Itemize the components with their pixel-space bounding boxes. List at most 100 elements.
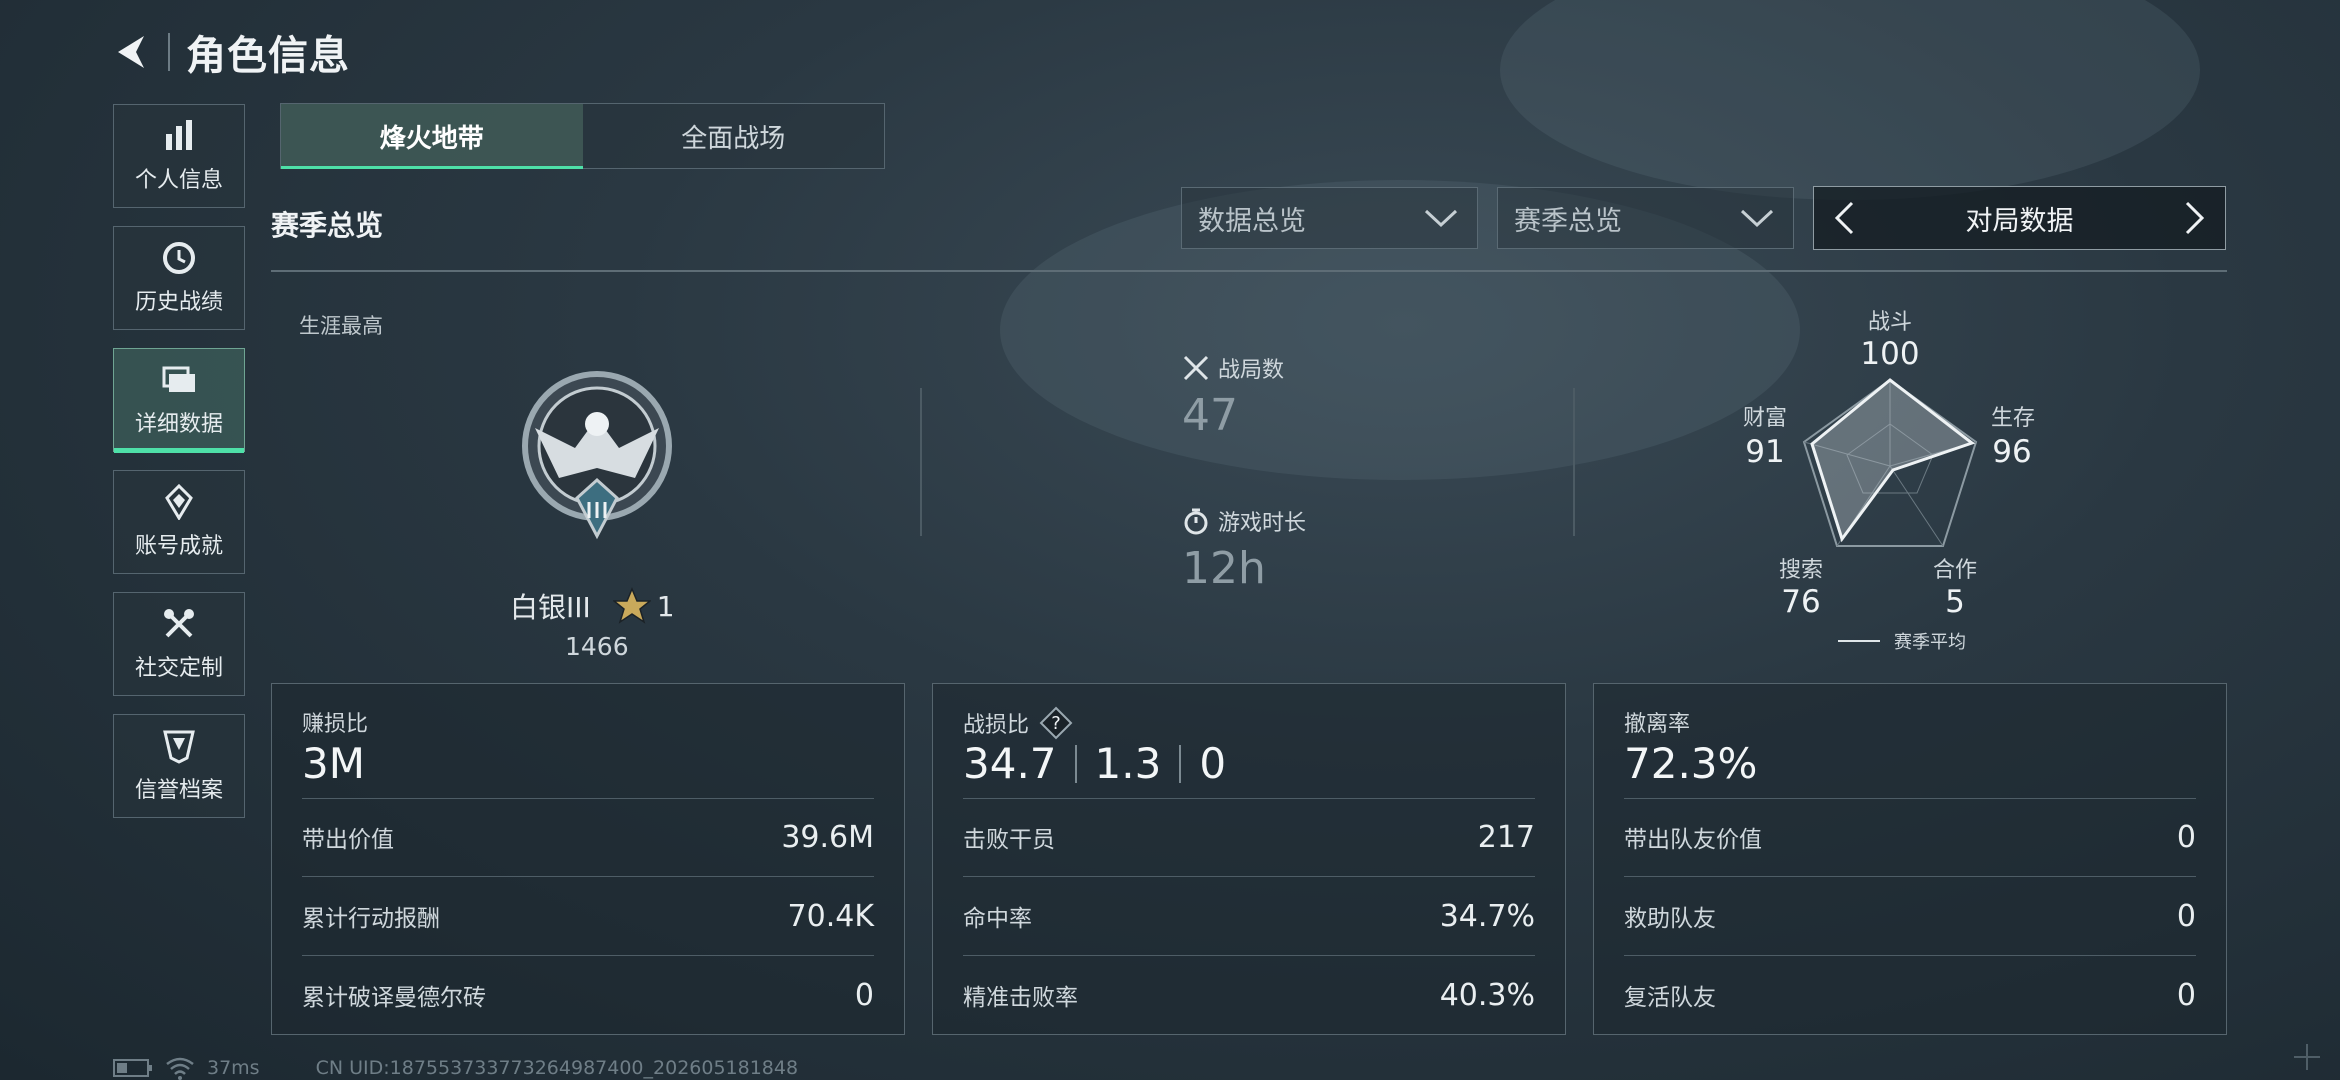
card-main-value: 3M: [302, 739, 365, 788]
radar-value: 76: [1781, 584, 1821, 620]
clock-icon: [163, 242, 195, 274]
bar-chart-icon: [166, 120, 192, 150]
page-header: 角色信息: [110, 22, 350, 82]
stat-value: 34.7%: [1439, 898, 1535, 934]
stat-value: 217: [1477, 819, 1535, 855]
sidebar-item-social[interactable]: 社交定制: [113, 592, 245, 696]
kd-value: 0: [1199, 739, 1227, 788]
stat-label: 累计行动报酬: [302, 906, 440, 932]
chevron-down-icon: [1740, 209, 1774, 228]
tab-hazard-zone[interactable]: 烽火地带: [281, 104, 583, 169]
sidebar-item-history[interactable]: 历史战绩: [113, 226, 245, 330]
radar-value: 5: [1945, 584, 1965, 620]
stat-value: 0: [2176, 819, 2196, 855]
playtime-value: 12h: [1182, 543, 1266, 594]
page-title: 角色信息: [186, 33, 350, 79]
dropdown-value: 赛季总览: [1514, 205, 1622, 237]
vertical-divider: [920, 388, 922, 536]
sidebar-item-achievements[interactable]: 账号成就: [113, 470, 245, 574]
shield-badge-icon: [163, 730, 195, 764]
rank-stars: 1: [656, 589, 675, 623]
sidebar-item-label: 信誉档案: [134, 778, 223, 803]
stat-label: 累计破译曼德尔砖: [302, 985, 486, 1011]
sidebar-item-personal-info[interactable]: 个人信息: [113, 104, 245, 208]
stat-label: 精准击败率: [963, 985, 1078, 1011]
kd-ratio: 34.7 1.3 0: [963, 739, 1226, 788]
stat-row: 复活队友 0: [1624, 970, 2196, 1020]
games-value: 47: [1182, 390, 1238, 441]
ability-radar: 战斗 100 生存 96 合作 5 搜索 76 财富 91: [1740, 300, 2040, 660]
radar-legend: 赛季平均: [1838, 628, 1966, 654]
back-arrow-icon[interactable]: [110, 30, 154, 74]
kd-value: 34.7: [963, 739, 1057, 788]
match-data-pager: 对局数据: [1813, 186, 2226, 250]
stat-value: 40.3%: [1439, 977, 1535, 1013]
player-uid: CN UID:187553733773264987400_20260518184…: [315, 1057, 799, 1079]
card-title-row: 战损比 ?: [963, 706, 1073, 740]
tools-icon: [164, 609, 194, 638]
stat-label: 救助队友: [1624, 906, 1716, 932]
card-divider: [963, 798, 1535, 799]
pager-label: 对局数据: [1965, 205, 2074, 237]
card-main-value: 72.3%: [1624, 739, 1758, 788]
dropdown-value: 数据总览: [1198, 205, 1306, 237]
radar-value: 96: [1992, 434, 2032, 470]
radar-label: 合作: [1932, 558, 1977, 583]
mode-tabs: 烽火地带 全面战场: [280, 103, 885, 169]
career-highest-label: 生涯最高: [299, 314, 383, 338]
stopwatch-icon: [1184, 508, 1208, 535]
radar-value: 91: [1745, 434, 1785, 470]
card-divider: [1624, 955, 2196, 956]
ping-value: 37ms: [207, 1057, 260, 1079]
stat-row: 带出队友价值 0: [1624, 812, 2196, 862]
sidebar-item-label: 账号成就: [134, 534, 223, 559]
stat-row: 击败干员 217: [963, 812, 1535, 862]
battery-icon: [113, 1059, 152, 1077]
wifi-icon: [166, 1057, 194, 1080]
section-title: 赛季总览: [271, 209, 384, 242]
status-footer: 37ms CN UID:187553733773264987400_202605…: [113, 1056, 798, 1080]
stat-row: 累计行动报酬 70.4K: [302, 891, 874, 941]
data-overview-dropdown[interactable]: 数据总览: [1181, 187, 1478, 249]
legend-label: 赛季平均: [1894, 632, 1966, 653]
season-overview-dropdown[interactable]: 赛季总览: [1497, 187, 1794, 249]
ratio-divider: [1179, 744, 1182, 783]
stat-label: 命中率: [963, 906, 1032, 932]
background-shape: [1500, 0, 2200, 200]
rank-score: 1466: [565, 632, 629, 661]
crossed-swords-icon: [1183, 355, 1209, 381]
rank-name: 白银III: [510, 591, 591, 624]
ratio-divider: [1074, 744, 1077, 783]
vertical-divider: [1573, 388, 1575, 536]
sidebar-item-detailed-data[interactable]: 详细数据: [113, 348, 245, 453]
extraction-card: 撤离率 72.3% 带出队友价值 0 救助队友 0 复活队友 0: [1593, 683, 2227, 1035]
chevron-down-icon: [1424, 209, 1458, 228]
radar-label: 生存: [1990, 406, 2035, 431]
section-divider: [271, 270, 2227, 272]
sidebar: 个人信息 历史战绩 详细数据 账号成就 社交定制 信誉档案: [113, 104, 249, 836]
card-title: 赚损比: [302, 712, 369, 737]
stat-value: 70.4K: [787, 898, 874, 934]
help-icon[interactable]: ?: [1039, 706, 1073, 740]
card-title: 战损比: [963, 713, 1030, 738]
chevron-left-icon[interactable]: [1832, 200, 1856, 236]
svg-text:?: ?: [1051, 713, 1061, 734]
legend-line: [1838, 640, 1880, 642]
sidebar-item-reputation[interactable]: 信誉档案: [113, 714, 245, 818]
stat-label: 带出价值: [302, 827, 394, 853]
sidebar-item-label: 历史战绩: [134, 290, 223, 315]
stat-row: 累计破译曼德尔砖 0: [302, 970, 874, 1020]
stat-value: 0: [2176, 898, 2196, 934]
card-title: 撤离率: [1624, 712, 1691, 737]
radar-label: 财富: [1742, 406, 1787, 431]
stat-label: 复活队友: [1624, 985, 1716, 1011]
profit-card: 赚损比 3M 带出价值 39.6M 累计行动报酬 70.4K 累计破译曼德尔砖 …: [271, 683, 905, 1035]
stat-value: 39.6M: [781, 819, 874, 855]
chevron-right-icon[interactable]: [2183, 200, 2207, 236]
card-divider: [1624, 876, 2196, 877]
radar-label: 战斗: [1868, 310, 1913, 335]
sidebar-item-label: 社交定制: [134, 656, 223, 681]
radar-label: 搜索: [1778, 558, 1823, 583]
tab-full-battlefield[interactable]: 全面战场: [583, 104, 885, 168]
star-icon: [612, 587, 651, 624]
